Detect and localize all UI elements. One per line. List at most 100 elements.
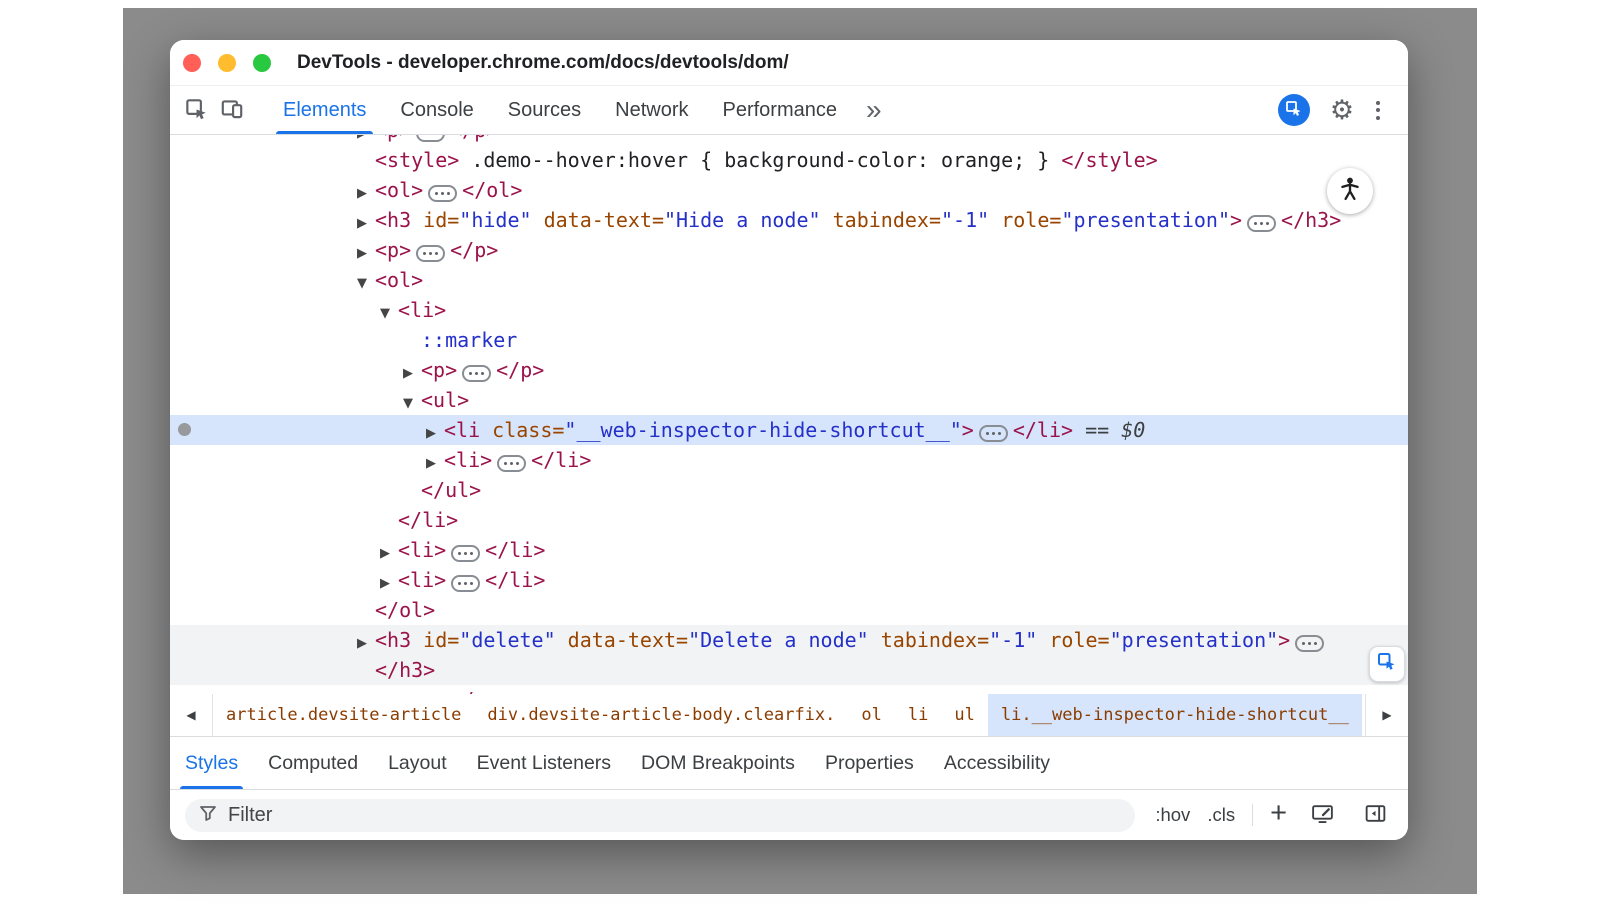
ellipsis-expand-button[interactable] — [416, 135, 445, 142]
sidebar-tab-properties[interactable]: Properties — [810, 737, 929, 789]
breadcrumb-item[interactable]: li — [895, 694, 941, 736]
text-token — [1037, 628, 1049, 652]
settings-button[interactable]: ⚙ — [1324, 92, 1360, 128]
window-titlebar: DevTools - developer.chrome.com/docs/dev… — [170, 40, 1408, 86]
dom-tree-row[interactable]: ▶<h3 id="delete" data-text="Delete a nod… — [170, 625, 1408, 655]
dom-tree-row[interactable]: </ol> — [170, 595, 1408, 625]
sidebar-tab-styles[interactable]: Styles — [170, 737, 253, 789]
dom-tree-row[interactable]: </ul> — [170, 475, 1408, 505]
tag-token: </ul> — [421, 478, 481, 502]
tag-token: <h3 — [375, 628, 423, 652]
dom-tree-row[interactable]: ▶<li class="__web-inspector-hide-shortcu… — [170, 415, 1408, 445]
dom-tree-row[interactable]: ▶<ol></ol> — [170, 175, 1408, 205]
dom-tree-row[interactable]: ▶<h3 id="hide" data-text="Hide a node" t… — [170, 205, 1408, 235]
breadcrumb-item[interactable]: ol — [848, 694, 894, 736]
dom-tree-row[interactable]: <style> .demo--hover:hover { background-… — [170, 145, 1408, 175]
breadcrumb-item[interactable]: div.devsite-article-body.clearfix. — [474, 694, 848, 736]
attr-name-token: role= — [1001, 208, 1061, 232]
inspect-element-button[interactable] — [178, 92, 214, 128]
dom-tree-row[interactable]: </li> — [170, 505, 1408, 535]
text-token — [821, 208, 833, 232]
dom-tree-row[interactable]: ▶<p></p> — [170, 685, 1408, 694]
filter-placeholder: Filter — [228, 804, 272, 827]
tag-token: <style> — [375, 148, 459, 172]
rendering-emulations-icon — [1310, 801, 1335, 829]
kebab-menu-button[interactable] — [1360, 92, 1396, 128]
dom-tree-row[interactable]: ▶<li></li> — [170, 445, 1408, 475]
text-token — [869, 628, 881, 652]
device-toolbar-icon — [219, 96, 245, 125]
ellipsis-expand-button[interactable] — [416, 245, 445, 262]
dom-tree-row[interactable]: ▶<li></li> — [170, 535, 1408, 565]
dom-tree-row[interactable]: </h3> — [170, 655, 1408, 685]
tag-token: > — [1278, 628, 1290, 652]
dom-tree-row[interactable]: ▶<p></p> — [170, 355, 1408, 385]
toggle-element-state-button[interactable]: :hov — [1155, 804, 1190, 826]
text-token — [556, 628, 568, 652]
tab-performance[interactable]: Performance — [706, 86, 855, 134]
breadcrumb-item[interactable]: ul — [941, 694, 987, 736]
ellipsis-dot — [423, 252, 427, 256]
ellipsis-expand-button[interactable] — [451, 575, 480, 592]
sidebar-tab-strip: StylesComputedLayoutEvent ListenersDOM B… — [170, 737, 1408, 790]
ellipsis-dot — [475, 372, 479, 376]
sidebar-tab-layout[interactable]: Layout — [373, 737, 462, 789]
ellipsis-expand-button[interactable] — [1295, 635, 1324, 652]
ellipsis-expand-button[interactable] — [1247, 215, 1276, 232]
rendering-emulations-button[interactable] — [1304, 797, 1340, 833]
tag-token: <h3 — [375, 208, 423, 232]
toggle-device-toolbar-button[interactable] — [214, 92, 250, 128]
ellipsis-expand-button[interactable] — [462, 365, 491, 382]
attr-value-token: "presentation" — [1061, 208, 1230, 232]
dom-tree-row[interactable]: ▼<ul> — [170, 385, 1408, 415]
dom-tree-row[interactable]: ▶<p></p> — [170, 135, 1408, 145]
inspect-mode-active-button[interactable] — [1278, 94, 1310, 126]
toggle-sidebar-button[interactable] — [1357, 797, 1393, 833]
tab-console[interactable]: Console — [383, 86, 490, 134]
ellipsis-expand-button[interactable] — [451, 545, 480, 562]
zoom-window-button[interactable] — [253, 54, 271, 72]
tag-token: <ol> — [375, 178, 423, 202]
traffic-lights — [170, 54, 271, 72]
accessibility-overlay-button[interactable] — [1327, 168, 1373, 214]
ellipsis-dot — [458, 582, 462, 586]
close-window-button[interactable] — [183, 54, 201, 72]
breadcrumb: ◀ article.devsite-articlediv.devsite-art… — [170, 694, 1408, 737]
tag-token: </p> — [450, 238, 498, 262]
sidebar-tab-computed[interactable]: Computed — [253, 737, 373, 789]
more-tabs-button[interactable]: » — [860, 96, 888, 124]
dom-tree-row[interactable]: ▶<p></p> — [170, 235, 1408, 265]
ellipsis-expand-button[interactable] — [428, 185, 457, 202]
breadcrumb-scroll-left-button[interactable]: ◀ — [170, 694, 213, 736]
dom-tree: ▶<p></p><style> .demo--hover:hover { bac… — [170, 135, 1408, 694]
dom-tree-row[interactable]: ▼<ol> — [170, 265, 1408, 295]
scroll-into-view-button[interactable] — [1369, 646, 1405, 682]
tab-network[interactable]: Network — [598, 86, 705, 134]
tab-elements[interactable]: Elements — [266, 86, 383, 134]
tag-token: </h3> — [1281, 208, 1341, 232]
sidebar-tab-accessibility[interactable]: Accessibility — [929, 737, 1065, 789]
tag-token: <ul> — [421, 388, 469, 412]
element-classes-button[interactable]: .cls — [1207, 804, 1235, 826]
breadcrumb-scroll-right-button[interactable]: ▶ — [1365, 694, 1408, 736]
pseudo-element-token: ::marker — [421, 328, 517, 352]
minimize-window-button[interactable] — [218, 54, 236, 72]
styles-filter-input[interactable]: Filter — [185, 799, 1135, 832]
ellipsis-dot — [447, 192, 451, 196]
tag-token: <li> — [398, 568, 446, 592]
attr-value-token: "Delete a node" — [688, 628, 869, 652]
sidebar-tab-event-listeners[interactable]: Event Listeners — [462, 737, 626, 789]
tab-sources[interactable]: Sources — [491, 86, 598, 134]
ellipsis-expand-button[interactable] — [979, 425, 1008, 442]
tag-token: </p> — [496, 358, 544, 382]
dom-tree-row[interactable]: ::marker — [170, 325, 1408, 355]
ellipsis-expand-button[interactable] — [497, 455, 526, 472]
dom-tree-row[interactable]: ▶<li></li> — [170, 565, 1408, 595]
expand-arrow-icon[interactable]: ▶ — [357, 689, 375, 694]
breadcrumb-item[interactable]: li.__web-inspector-hide-shortcut__ — [988, 694, 1362, 736]
sidebar-tab-dom-breakpoints[interactable]: DOM Breakpoints — [626, 737, 810, 789]
breadcrumb-item[interactable]: article.devsite-article — [213, 694, 474, 736]
ellipsis-dot — [1260, 222, 1264, 226]
new-style-rule-button[interactable]: + — [1270, 799, 1287, 831]
dom-tree-row[interactable]: ▼<li> — [170, 295, 1408, 325]
